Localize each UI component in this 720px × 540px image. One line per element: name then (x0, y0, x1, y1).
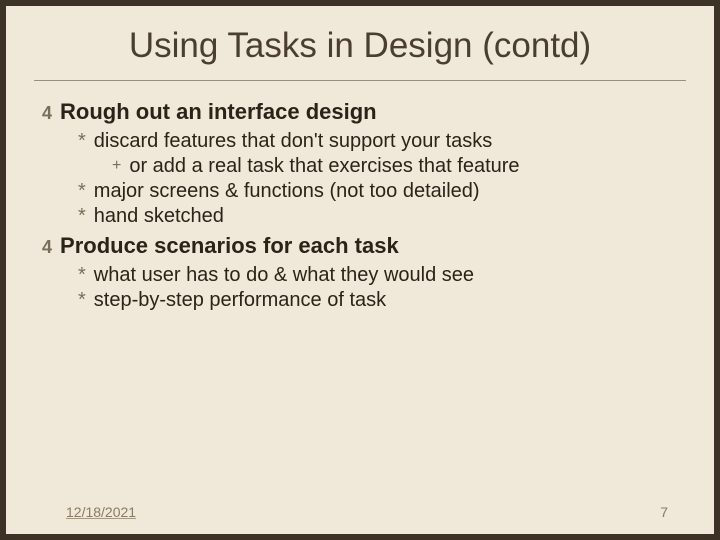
slide-footer: 12/18/2021 7 (6, 504, 714, 520)
list-item-text: major screens & functions (not too detai… (94, 179, 480, 204)
bullet-lvl2: * (78, 129, 86, 154)
list-item-text: step-by-step performance of task (94, 288, 386, 313)
bullet-lvl3: + (112, 154, 121, 178)
bullet-lvl2: * (78, 179, 86, 204)
section-heading-text: Produce scenarios for each task (60, 233, 399, 259)
list-subitem-text: or add a real task that exercises that f… (129, 154, 519, 179)
footer-date: 12/18/2021 (66, 504, 136, 520)
section-heading: 4 Rough out an interface design (42, 99, 690, 127)
list-item-text: discard features that don't support your… (94, 129, 492, 154)
bullet-lvl2: * (78, 288, 86, 313)
section-heading: 4 Produce scenarios for each task (42, 233, 690, 261)
list-item: * discard features that don't support yo… (78, 129, 690, 154)
title-divider (34, 80, 686, 81)
list-item-text: what user has to do & what they would se… (94, 263, 474, 288)
section-heading-text: Rough out an interface design (60, 99, 377, 125)
footer-page-number: 7 (660, 504, 668, 520)
slide-title: Using Tasks in Design (contd) (14, 26, 706, 80)
list-item: * step-by-step performance of task (78, 288, 690, 313)
list-item: * major screens & functions (not too det… (78, 179, 690, 204)
slide: Using Tasks in Design (contd) 4 Rough ou… (6, 6, 714, 534)
bullet-lvl2: * (78, 204, 86, 229)
list-item: * hand sketched (78, 204, 690, 229)
bullet-lvl2: * (78, 263, 86, 288)
bullet-lvl1: 4 (42, 99, 52, 127)
list-item-text: hand sketched (94, 204, 224, 229)
list-subitem: + or add a real task that exercises that… (112, 154, 690, 179)
bullet-lvl1: 4 (42, 233, 52, 261)
list-item: * what user has to do & what they would … (78, 263, 690, 288)
slide-content: 4 Rough out an interface design * discar… (14, 99, 706, 313)
